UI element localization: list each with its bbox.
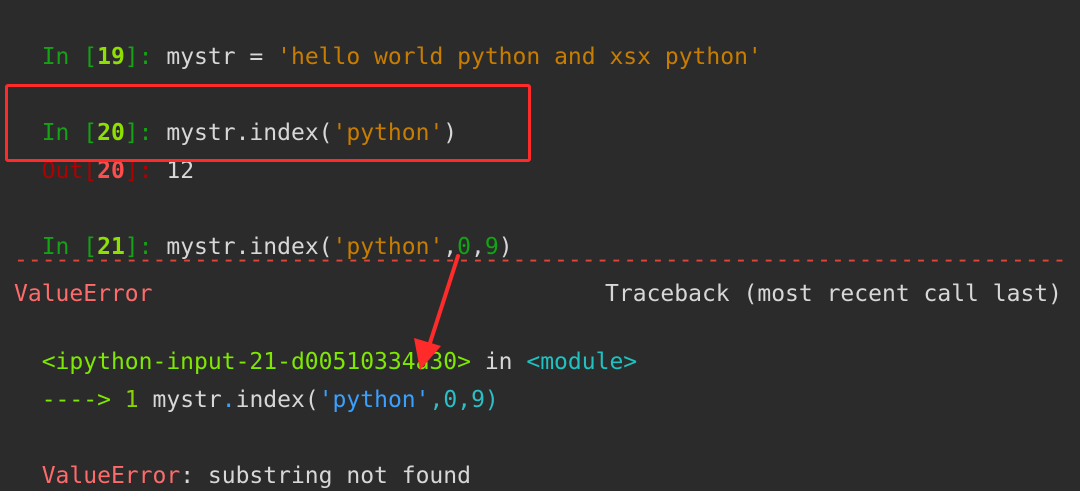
annotation-arrow-icon [414,254,460,370]
